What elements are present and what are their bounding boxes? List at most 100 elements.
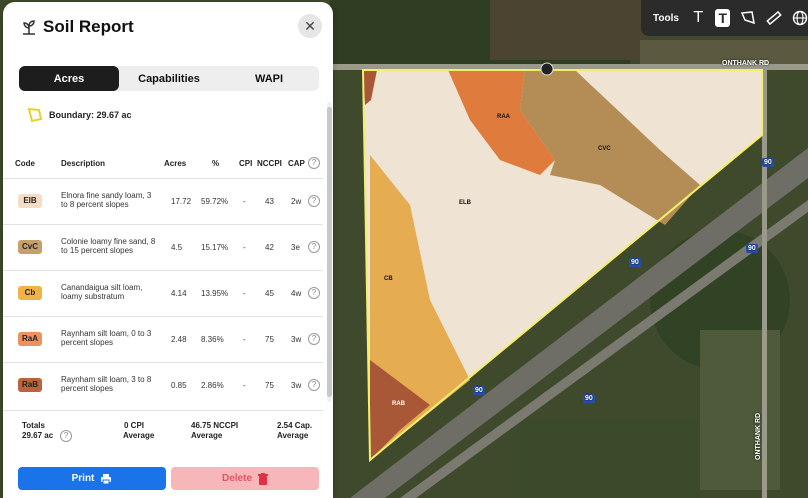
delete-button[interactable]: Delete — [171, 467, 319, 490]
panel-header: Soil Report ✕ — [3, 2, 333, 52]
boundary-summary: Boundary: 29.67 ac — [27, 107, 132, 123]
highway-shield: 90 — [473, 386, 485, 395]
percent-value: 15.17% — [201, 243, 229, 252]
tab-acres[interactable]: Acres — [19, 66, 119, 91]
soil-code-badge: Cb — [18, 286, 42, 300]
scrollbar-thumb[interactable] — [327, 107, 332, 397]
acres-value: 17.72 — [171, 197, 192, 206]
table-row[interactable]: ElB Elnora fine sandy loam, 3 to 8 perce… — [3, 178, 323, 224]
panel-title: Soil Report — [43, 17, 134, 36]
cap-value: 2w — [291, 197, 302, 206]
percent-value: 13.95% — [201, 289, 229, 298]
trash-icon — [258, 472, 268, 485]
polygon-tool-icon[interactable] — [740, 9, 756, 27]
cpi-value: - — [243, 381, 246, 390]
text-tool-icon[interactable]: T — [691, 9, 706, 27]
totals-cap: 2.54 Cap. — [277, 421, 313, 430]
totals-label: Totals — [22, 421, 45, 430]
soil-code-badge: RaB — [18, 378, 42, 392]
col-percent: % — [212, 159, 220, 168]
nccpi-value: 75 — [265, 381, 274, 390]
globe-tool-icon[interactable] — [792, 9, 808, 27]
acres-value: 0.85 — [171, 381, 187, 390]
nccpi-value: 42 — [265, 243, 274, 252]
tab-bar: Acres Capabilities WAPI — [19, 66, 319, 91]
help-icon[interactable]: ? — [308, 195, 320, 207]
soil-label-cvc: CVC — [598, 146, 611, 152]
soil-label-raa: RAA — [497, 114, 510, 120]
soil-code-badge: CvC — [18, 240, 42, 254]
soil-description: Raynham silt loam, 0 to 3 percent slopes — [61, 329, 152, 347]
plant-icon — [23, 20, 35, 35]
road-label-right: ONTHANK RD — [755, 412, 762, 460]
soil-code-badge: RaA — [18, 332, 42, 346]
tab-capabilities[interactable]: Capabilities — [119, 66, 219, 91]
highway-shield: 90 — [583, 394, 595, 403]
cap-value: 3e — [291, 243, 300, 252]
boundary-label: Boundary: 29.67 ac — [49, 110, 132, 120]
close-button[interactable]: ✕ — [298, 14, 322, 38]
totals-acres: 29.67 ac — [22, 431, 54, 440]
acres-value: 4.5 — [171, 243, 183, 252]
soil-report-panel: Soil Report ✕ Acres Capabilities WAPI Bo… — [3, 2, 333, 498]
cpi-value: - — [243, 243, 246, 252]
cpi-value: - — [243, 197, 246, 206]
highway-shield: 90 — [762, 158, 774, 167]
help-icon[interactable]: ? — [308, 379, 320, 391]
soil-description: Colonie loamy fine sand, 8 to 15 percent… — [61, 237, 156, 255]
table-row[interactable]: Cb Canandaigua silt loam, loamy substrat… — [3, 270, 323, 316]
totals-cap-sub: Average — [277, 431, 309, 440]
help-icon[interactable]: ? — [60, 430, 72, 442]
printer-icon — [101, 473, 112, 484]
totals-nccpi-sub: Average — [191, 431, 223, 440]
soil-label-elb: ELB — [459, 200, 471, 206]
totals-cpi: 0 CPI — [124, 421, 145, 430]
help-icon[interactable]: ? — [308, 287, 320, 299]
print-button[interactable]: Print — [18, 467, 166, 490]
print-label: Print — [71, 473, 95, 484]
col-nccpi: NCCPI — [257, 159, 282, 168]
col-code: Code — [15, 159, 35, 168]
delete-label: Delete — [221, 473, 252, 484]
table-header: Code Description Acres % CPI NCCPI CAP ? — [3, 156, 333, 172]
road-label-top: ONTHANK RD — [722, 60, 770, 67]
soil-description: Raynham silt loam, 3 to 8 percent slopes — [61, 375, 152, 393]
soil-description: Canandaigua silt loam, loamy substratum — [61, 283, 143, 301]
help-icon[interactable]: ? — [308, 241, 320, 253]
soil-label-cb: CB — [384, 276, 393, 282]
nccpi-value: 43 — [265, 197, 274, 206]
text-box-tool-icon[interactable]: T — [715, 9, 730, 27]
table-row[interactable]: RaA Raynham silt loam, 0 to 3 percent sl… — [3, 316, 323, 362]
col-cpi: CPI — [239, 159, 253, 168]
table-row[interactable]: RaB Raynham silt loam, 3 to 8 percent sl… — [3, 362, 323, 408]
soil-description: Elnora fine sandy loam, 3 to 8 percent s… — [61, 191, 152, 209]
table-row[interactable]: CvC Colonie loamy fine sand, 8 to 15 per… — [3, 224, 323, 270]
col-acres: Acres — [164, 159, 187, 168]
highway-shield: 90 — [746, 244, 758, 253]
tools-label: Tools — [653, 12, 679, 24]
percent-value: 8.36% — [201, 335, 224, 344]
acres-value: 2.48 — [171, 335, 187, 344]
ruler-tool-icon[interactable] — [766, 9, 782, 27]
tab-wapi[interactable]: WAPI — [219, 66, 319, 91]
cap-value: 3w — [291, 335, 302, 344]
acres-value: 4.14 — [171, 289, 187, 298]
cpi-value: - — [243, 335, 246, 344]
col-cap: CAP — [288, 159, 305, 168]
col-description: Description — [61, 159, 106, 168]
soil-code-badge: ElB — [18, 194, 42, 208]
cpi-value: - — [243, 289, 246, 298]
nccpi-value: 45 — [265, 289, 274, 298]
percent-value: 59.72% — [201, 197, 229, 206]
help-icon[interactable]: ? — [308, 333, 320, 345]
totals-cpi-sub: Average — [123, 431, 155, 440]
nccpi-value: 75 — [265, 335, 274, 344]
boundary-icon — [27, 107, 43, 123]
help-icon[interactable]: ? — [308, 157, 320, 169]
table-scrollbar[interactable] — [327, 102, 332, 402]
map-toolbar: Tools T T — [641, 0, 808, 36]
percent-value: 2.86% — [201, 381, 224, 390]
soil-label-rab: RAB — [392, 401, 405, 407]
totals-nccpi: 46.75 NCCPI — [191, 421, 239, 430]
highway-shield: 90 — [629, 258, 641, 267]
